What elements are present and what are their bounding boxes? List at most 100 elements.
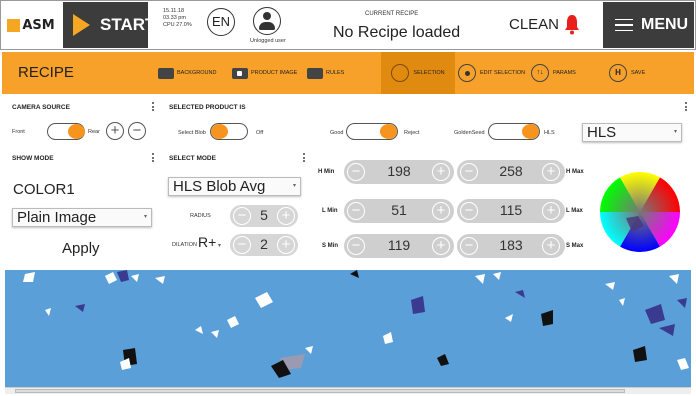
hamburger-icon — [615, 15, 633, 36]
product-image-canvas — [23, 270, 689, 378]
dilation-label: DILATION — [172, 242, 197, 248]
start-button[interactable]: START — [63, 2, 155, 48]
chevron-down-icon: ▾ — [673, 129, 677, 135]
s-max-label: S Max — [566, 243, 584, 249]
h-min-plus-button[interactable]: + — [432, 163, 450, 181]
clean-button[interactable]: CLEAN — [509, 16, 559, 33]
radius-minus-button[interactable]: − — [233, 207, 251, 225]
system-info: 15.11.18 03.33 pm CPU 27.0% — [163, 8, 192, 29]
scrollbar-thumb[interactable] — [15, 389, 625, 393]
good-reject-toggle[interactable] — [346, 123, 398, 140]
camera-plus-button[interactable]: + — [106, 122, 124, 140]
off-label: Off — [256, 130, 264, 136]
logo-text: ASM — [22, 17, 55, 33]
show-mode-title: SHOW MODE — [12, 155, 54, 162]
user-icon[interactable] — [253, 7, 281, 35]
dilation-mode-select[interactable]: R+ ▾ — [198, 234, 221, 250]
goldenseed-hls-toggle[interactable] — [488, 123, 540, 140]
apply-button[interactable]: Apply — [62, 240, 100, 257]
l-max-plus-button[interactable]: + — [542, 202, 560, 220]
s-max-minus-button[interactable]: − — [460, 237, 478, 255]
color-space-value: HLS — [587, 124, 617, 141]
color-wheel[interactable] — [596, 160, 686, 262]
save-label: SAVE — [631, 70, 646, 76]
select-blob-toggle[interactable] — [210, 123, 248, 140]
time-text: 03.33 pm — [163, 15, 186, 21]
hls-label: HLS — [544, 130, 555, 136]
menu-button[interactable]: MENU — [603, 2, 694, 48]
bell-icon[interactable] — [563, 13, 581, 35]
dilation-minus-button[interactable]: − — [233, 236, 251, 254]
camera-image[interactable] — [5, 270, 691, 387]
camera-source-title: CAMERA SOURCE — [12, 104, 70, 111]
camera-minus-button[interactable]: − — [128, 122, 146, 140]
l-min-label: L Min — [322, 208, 338, 214]
monitor-icon — [158, 67, 174, 79]
background-button[interactable]: BACKGROUND — [158, 52, 240, 94]
logo-square-icon — [7, 18, 21, 32]
selection-label: SELECTION — [413, 70, 445, 76]
h-max-plus-button[interactable]: + — [542, 163, 560, 181]
edit-selection-button[interactable]: EDIT SELECTION — [458, 52, 538, 94]
selected-product-menu-icon[interactable] — [685, 102, 687, 113]
radius-plus-button[interactable]: + — [277, 207, 295, 225]
select-mode-select[interactable]: HLS Blob Avg ▾ — [168, 177, 301, 196]
h-min-label: H Min — [318, 169, 335, 175]
select-blob-label: Select Blob — [178, 130, 206, 136]
save-icon: H — [609, 64, 627, 82]
select-mode-title: SELECT MODE — [169, 155, 216, 162]
l-min-minus-button[interactable]: − — [347, 202, 365, 220]
current-recipe-label: CURRENT RECIPE — [365, 11, 419, 17]
radius-label: RADIUS — [190, 213, 211, 219]
params-label: PARAMS — [553, 70, 576, 76]
good-label: Good — [330, 130, 344, 136]
image-select-value: Plain Image — [17, 209, 97, 226]
rules-button[interactable]: RULES — [307, 52, 367, 94]
cpu-text: CPU 27.0% — [163, 22, 192, 28]
l-max-minus-button[interactable]: − — [460, 202, 478, 220]
current-recipe-value: No Recipe loaded — [333, 24, 461, 41]
select-mode-menu-icon[interactable] — [303, 153, 305, 164]
camera-source-menu-icon[interactable] — [152, 102, 154, 113]
s-min-plus-button[interactable]: + — [432, 237, 450, 255]
goldenseed-label: GoldenSeed — [454, 130, 485, 136]
show-mode-menu-icon[interactable] — [152, 153, 154, 164]
h-min-minus-button[interactable]: − — [347, 163, 365, 181]
color-space-select[interactable]: HLS ▾ — [582, 123, 682, 142]
front-label: Front — [12, 129, 25, 135]
s-max-plus-button[interactable]: + — [542, 237, 560, 255]
show-mode-value: COLOR1 — [13, 181, 75, 198]
horizontal-scrollbar[interactable] — [5, 387, 691, 394]
image-select[interactable]: Plain Image ▾ — [12, 208, 152, 227]
chevron-down-icon: ▾ — [216, 243, 221, 249]
start-label: START — [100, 15, 156, 34]
selection-button[interactable]: SELECTION — [381, 52, 455, 94]
h-max-label: H Max — [566, 169, 584, 175]
save-button[interactable]: H SAVE — [609, 52, 659, 94]
l-min-plus-button[interactable]: + — [432, 202, 450, 220]
reject-label: Reject — [404, 130, 420, 136]
selection-icon — [391, 64, 410, 82]
dilation-plus-button[interactable]: + — [277, 236, 295, 254]
camera-source-toggle[interactable] — [47, 123, 85, 140]
asm-logo: ASM — [2, 2, 60, 48]
chevron-down-icon: ▾ — [292, 183, 296, 189]
image-icon — [232, 67, 248, 79]
h-max-minus-button[interactable]: − — [460, 163, 478, 181]
s-min-label: S Min — [322, 243, 338, 249]
user-label: Unlogged user — [250, 38, 286, 44]
rules-label: RULES — [326, 70, 345, 76]
play-icon — [73, 14, 90, 36]
product-image-button[interactable]: PRODUCT IMAGE — [232, 52, 312, 94]
dilation-mode-value: R+ — [198, 234, 217, 250]
chevron-down-icon: ▾ — [143, 214, 147, 220]
rear-label: Rear — [88, 129, 100, 135]
language-button[interactable]: EN — [207, 8, 235, 36]
edit-selection-icon — [458, 64, 476, 82]
l-max-label: L Max — [566, 208, 583, 214]
background-label: BACKGROUND — [177, 70, 217, 76]
s-min-minus-button[interactable]: − — [347, 237, 365, 255]
selected-product-title: SELECTED PRODUCT IS — [169, 104, 246, 111]
params-button[interactable]: ↑↓ PARAMS — [531, 52, 591, 94]
date-text: 15.11.18 — [163, 8, 185, 14]
